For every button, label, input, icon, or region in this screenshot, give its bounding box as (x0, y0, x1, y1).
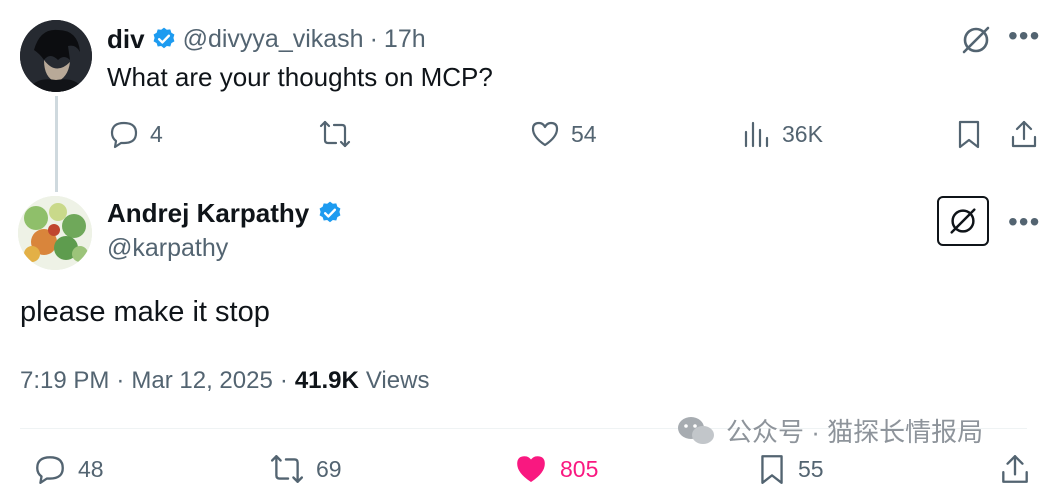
main-share-button[interactable] (998, 452, 1032, 486)
like-icon (531, 121, 559, 147)
verified-badge-icon (153, 27, 174, 49)
main-display-name[interactable]: Andrej Karpathy (107, 198, 309, 229)
watermark-text: 公众号 · 猫探长情报局 (726, 417, 984, 447)
thread-line (55, 96, 58, 192)
parent-header: div @divyya_vikash · 17h (107, 22, 426, 56)
parent-display-name[interactable]: div (107, 24, 145, 55)
parent-like-count: 54 (571, 120, 597, 147)
grok-icon (950, 208, 976, 234)
meta-dot: · (116, 367, 125, 394)
parent-time[interactable]: 17h (384, 25, 426, 54)
bookmark-icon (958, 120, 980, 149)
main-reply-count: 48 (78, 455, 104, 482)
parent-reply-button[interactable]: 4 (108, 118, 163, 150)
parent-share-button[interactable] (1008, 118, 1040, 150)
main-tweet-text: please make it stop (20, 296, 270, 328)
main-date[interactable]: Mar 12, 2025 (131, 367, 272, 395)
parent-views-button[interactable]: 36K (742, 118, 823, 150)
parent-avatar[interactable] (20, 20, 92, 92)
more-icon: ••• (1008, 206, 1041, 237)
parent-repost-button[interactable] (318, 118, 352, 150)
watermark: 公众号 · 猫探长情报局 (676, 412, 983, 449)
bookmark-icon (761, 455, 783, 484)
main-meta-line: 7:19 PM · Mar 12, 2025 · 41.9K Views (20, 367, 429, 395)
parent-views-count: 36K (782, 120, 823, 147)
main-views-count: 41.9K (294, 367, 359, 394)
main-handle[interactable]: @karpathy (107, 234, 228, 263)
parent-like-button[interactable]: 54 (529, 118, 597, 150)
main-repost-count: 69 (316, 455, 342, 482)
more-icon: ••• (1008, 20, 1041, 51)
main-views-label: Views (365, 367, 430, 394)
parent-separator: · (369, 24, 378, 53)
main-like-button[interactable]: 805 (512, 452, 598, 486)
grok-icon (962, 26, 990, 54)
views-icon (744, 121, 769, 148)
reply-icon (110, 121, 138, 149)
main-repost-button[interactable]: 69 (268, 452, 342, 486)
main-bookmark-button[interactable]: 55 (756, 452, 824, 486)
parent-handle[interactable]: @divyya_vikash (183, 25, 364, 54)
parent-more-button[interactable]: ••• (1008, 22, 1040, 50)
main-bookmark-count: 55 (798, 455, 824, 482)
main-like-count: 805 (560, 455, 599, 482)
main-reply-button[interactable]: 48 (32, 452, 104, 486)
parent-grok-button[interactable] (958, 22, 994, 58)
repost-icon (270, 455, 304, 483)
main-header: Andrej Karpathy (107, 196, 343, 230)
repost-icon (319, 120, 351, 148)
main-grok-button[interactable] (937, 196, 989, 246)
reply-icon (36, 456, 64, 484)
main-time[interactable]: 7:19 PM (20, 367, 109, 395)
like-icon (517, 456, 545, 482)
wechat-icon (678, 416, 714, 444)
share-icon (1002, 455, 1028, 483)
main-more-button[interactable]: ••• (1008, 208, 1040, 236)
share-icon (1011, 120, 1037, 148)
parent-reply-count: 4 (150, 120, 163, 147)
meta-dot: · (279, 367, 288, 394)
main-avatar[interactable] (18, 196, 92, 270)
parent-tweet-text: What are your thoughts on MCP? (107, 62, 493, 92)
verified-badge-icon (319, 201, 341, 223)
parent-bookmark-button[interactable] (954, 118, 984, 150)
